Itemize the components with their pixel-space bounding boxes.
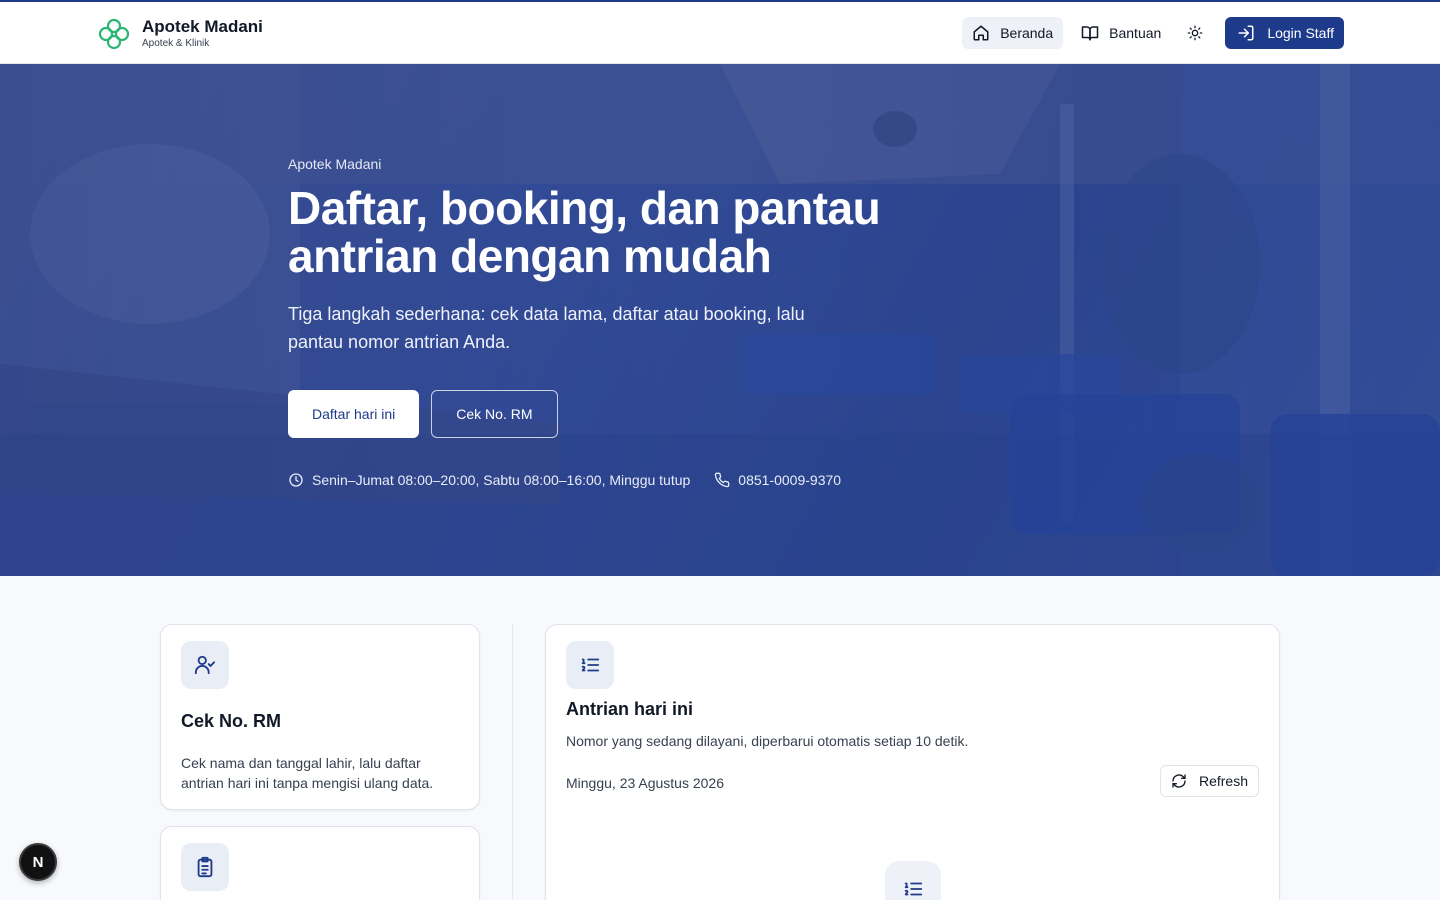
- brand-subtitle: Apotek & Klinik: [142, 38, 210, 49]
- antrian-title: Antrian hari ini: [566, 699, 694, 719]
- theme-toggle-button[interactable]: [1179, 17, 1211, 49]
- refresh-button[interactable]: Refresh: [1159, 765, 1259, 797]
- login-staff-button[interactable]: Login Staff: [1225, 17, 1344, 49]
- hero-section: Apotek Madani Daftar, booking, dan panta…: [0, 64, 1440, 576]
- dev-tools-badge[interactable]: N: [19, 843, 57, 881]
- clipboard-list-icon: [197, 856, 213, 878]
- sun-icon: [1187, 25, 1203, 41]
- nav-item-bantuan[interactable]: Bantuan: [1071, 17, 1171, 49]
- list-ordered-icon: [904, 882, 923, 896]
- antrian-date: Minggu, 23 Agustus 2026: [566, 775, 725, 791]
- nav-item-beranda[interactable]: Beranda: [962, 17, 1064, 49]
- hero-title-line2: antrian dengan mudah: [288, 230, 772, 282]
- nav-label: Beranda: [1000, 25, 1054, 41]
- opening-hours-text: Senin–Jumat 08:00–20:00, Sabtu 08:00–16:…: [312, 472, 691, 488]
- log-in-icon: [1238, 25, 1254, 41]
- phone-contact[interactable]: 0851-0009-9370: [714, 472, 841, 488]
- hero-description: Tiga langkah sederhana: cek data lama, d…: [288, 304, 805, 352]
- cek-rm-card[interactable]: Cek No. RM Cek nama dan tanggal lahir, l…: [160, 624, 480, 810]
- hero-content: Apotek Madani Daftar, booking, dan panta…: [288, 156, 988, 488]
- brand-name: Apotek Madani: [142, 17, 263, 36]
- hero-title-line1: Daftar, booking, dan pantau: [288, 182, 881, 234]
- registration-card[interactable]: [160, 826, 480, 900]
- book-icon: [1081, 26, 1099, 41]
- list-icon-wrap: [566, 641, 614, 689]
- hero-info: Senin–Jumat 08:00–20:00, Sabtu 08:00–16:…: [288, 472, 988, 488]
- hero-actions: Daftar hari ini Cek No. RM: [288, 390, 988, 438]
- empty-state-icon-wrap: [885, 861, 941, 900]
- refresh-icon: [1172, 774, 1186, 788]
- main-nav: Beranda Bantuan Login Staff: [962, 16, 1344, 50]
- pharmacy-cross-logo-icon: [96, 16, 132, 52]
- clipboard-icon-wrap: [181, 843, 229, 891]
- hero-title: Daftar, booking, dan pantau antrian deng…: [288, 184, 988, 280]
- nav-label: Bantuan: [1109, 25, 1162, 41]
- brand[interactable]: Apotek Madani Apotek & Klinik: [96, 14, 263, 54]
- phone-number: 0851-0009-9370: [738, 472, 842, 488]
- daftar-hari-ini-button[interactable]: Daftar hari ini: [288, 390, 420, 438]
- cek-no-rm-button[interactable]: Cek No. RM: [431, 390, 558, 438]
- login-label: Login Staff: [1267, 25, 1334, 41]
- cek-rm-description: Cek nama dan tanggal lahir, lalu daftar …: [181, 755, 434, 791]
- opening-hours: Senin–Jumat 08:00–20:00, Sabtu 08:00–16:…: [288, 472, 690, 488]
- list-ordered-icon: [581, 658, 600, 672]
- top-header: Apotek Madani Apotek & Klinik Beranda Ba…: [0, 0, 1440, 64]
- user-check-icon-wrap: [181, 641, 229, 689]
- clock-icon: [289, 473, 303, 487]
- column-divider: [512, 624, 513, 900]
- user-check-icon: [194, 655, 216, 675]
- home-icon: [973, 25, 989, 41]
- antrian-card: Antrian hari ini Nomor yang sedang dilay…: [545, 624, 1280, 900]
- antrian-description: Nomor yang sedang dilayani, diperbarui o…: [566, 733, 969, 749]
- refresh-label: Refresh: [1198, 773, 1248, 789]
- phone-icon: [715, 472, 730, 488]
- hero-eyebrow: Apotek Madani: [288, 156, 382, 172]
- cek-rm-title: Cek No. RM: [181, 711, 282, 731]
